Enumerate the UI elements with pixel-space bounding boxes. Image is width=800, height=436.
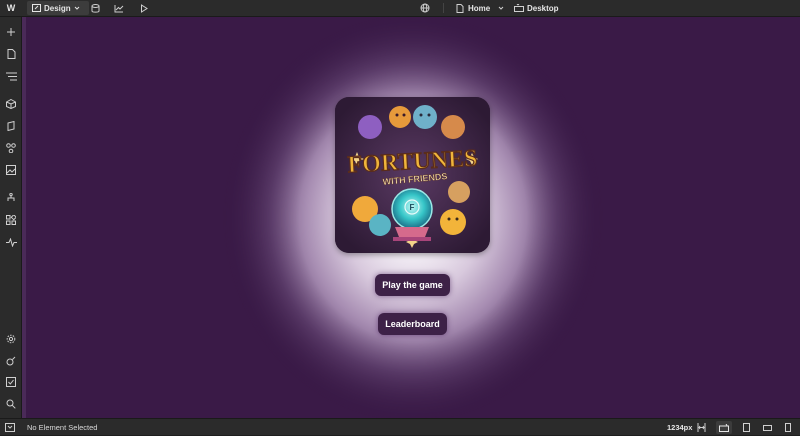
components-cube-icon[interactable] (3, 96, 19, 112)
page-selector[interactable]: Home (456, 0, 505, 16)
leaderboard-button[interactable]: Leaderboard (378, 313, 447, 335)
tablet-breakpoint-icon[interactable] (739, 419, 753, 436)
fortunes-app-logo[interactable]: FORTUNES WITH FRIENDS F (335, 97, 490, 253)
settings-gear-icon[interactable] (3, 331, 19, 347)
breakpoint-selector[interactable]: Desktop (514, 0, 559, 16)
divider (443, 3, 444, 13)
selection-status: No Element Selected (27, 423, 98, 432)
canvas-edge (22, 17, 26, 418)
desktop-breakpoint-icon[interactable] (716, 421, 732, 434)
audit-icon[interactable] (3, 353, 19, 369)
design-mode-button[interactable]: Design (27, 1, 89, 15)
checklist-icon[interactable] (3, 374, 19, 390)
play-the-game-button[interactable]: Play the game (375, 274, 450, 296)
top-toolbar: W Design Home Desktop (0, 0, 800, 17)
page-icon (456, 3, 464, 13)
mobile-portrait-icon[interactable] (781, 419, 795, 436)
chevron-down-icon (498, 6, 504, 10)
activity-icon[interactable] (3, 234, 19, 250)
analytics-icon[interactable] (111, 0, 127, 16)
orb-letter: F (410, 203, 415, 212)
left-sidebar (0, 17, 22, 418)
database-icon[interactable] (87, 0, 103, 16)
pages-icon[interactable] (3, 46, 19, 62)
canvas-width-readout[interactable]: 1234px (667, 419, 692, 436)
desktop-star-icon (514, 3, 524, 12)
breakpoint-label: Desktop (527, 3, 559, 13)
design-icon (32, 4, 41, 12)
chevron-down-icon (74, 6, 80, 10)
navigator-icon[interactable] (3, 68, 19, 84)
search-icon[interactable] (3, 396, 19, 412)
fortunes-logo-icon: FORTUNES WITH FRIENDS F (335, 97, 490, 253)
assets-image-icon[interactable] (3, 162, 19, 178)
globe-icon[interactable] (417, 0, 433, 16)
resize-width-icon[interactable] (694, 419, 708, 436)
styles-icon[interactable] (3, 118, 19, 134)
add-icon[interactable] (3, 24, 19, 40)
play-preview-icon[interactable] (136, 0, 152, 16)
logic-flow-icon[interactable] (3, 190, 19, 206)
variables-icon[interactable] (3, 140, 19, 156)
apps-icon[interactable] (3, 212, 19, 228)
webflow-logo-icon[interactable]: W (4, 0, 18, 16)
design-mode-label: Design (44, 3, 71, 13)
page-label: Home (468, 3, 491, 13)
canvas-settings-icon[interactable] (5, 419, 15, 436)
status-bar: No Element Selected 1234px (0, 418, 800, 435)
mobile-landscape-icon[interactable] (760, 419, 774, 436)
